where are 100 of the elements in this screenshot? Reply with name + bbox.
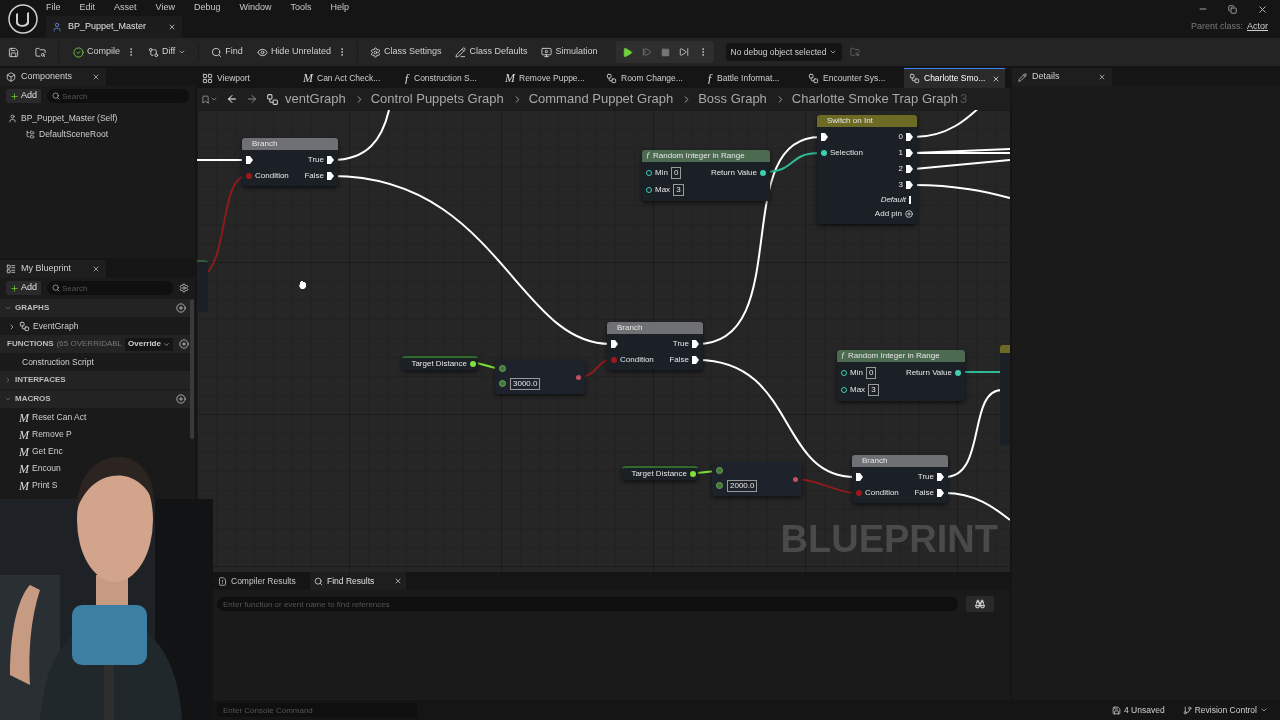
class-settings-button[interactable]: Class Settings: [369, 45, 442, 59]
save-icon[interactable]: [8, 46, 19, 58]
menu-item[interactable]: Window: [239, 1, 272, 15]
menu-item[interactable]: Edit: [79, 1, 96, 15]
value-field[interactable]: 3000.0: [510, 377, 541, 390]
close-icon[interactable]: [1098, 73, 1106, 81]
section-header[interactable]: FUNCTIONS (65 OVERRIDABL Override: [0, 335, 190, 353]
add-icon[interactable]: [176, 394, 186, 404]
stop-icon[interactable]: [660, 47, 670, 57]
tree-item[interactable]: BP_Puppet_Master (Self): [0, 110, 118, 126]
breadcrumb-link[interactable]: Boss Graph: [698, 89, 767, 109]
override-dropdown[interactable]: Override: [125, 337, 173, 351]
add-button[interactable]: Add: [6, 281, 41, 295]
panel-tab[interactable]: My Blueprint: [0, 260, 106, 278]
asset-tab[interactable]: BP_Puppet_Master: [46, 16, 182, 38]
menu-item[interactable]: Tools: [290, 1, 312, 15]
pin-icon: [821, 150, 827, 156]
find-button[interactable]: Find: [211, 45, 243, 59]
menu-item[interactable]: View: [155, 1, 175, 15]
graph-canvas[interactable]: [197, 110, 1010, 572]
hide-unrelated-button[interactable]: Hide Unrelated: [256, 45, 331, 59]
menu-item[interactable]: File: [46, 1, 61, 15]
value-field[interactable]: 3: [673, 183, 684, 196]
variable-label: Target Distance: [411, 360, 467, 368]
add-pin-button[interactable]: Add pin: [874, 210, 902, 218]
cube-icon: [6, 72, 16, 82]
close-icon[interactable]: [992, 74, 1000, 83]
panel-tab[interactable]: Components: [0, 68, 106, 86]
breadcrumb-link[interactable]: Charlotte Smoke Trap Graph: [791, 89, 959, 109]
tree-item[interactable]: DefaultSceneRoot: [0, 126, 108, 142]
document-tab[interactable]: Room Change...: [601, 68, 702, 88]
play-icon[interactable]: [621, 46, 633, 58]
section-header[interactable]: INTERFACES: [0, 371, 190, 389]
close-icon[interactable]: [394, 577, 402, 585]
pin-label: Default: [880, 196, 906, 204]
bookmark-dropdown[interactable]: [201, 94, 218, 104]
panel-tab[interactable]: Compiler Results: [214, 572, 310, 590]
breadcrumb-link[interactable]: ventGraph: [285, 89, 346, 109]
panel-tab[interactable]: Details: [1012, 68, 1112, 86]
menu-item[interactable]: Debug: [193, 1, 221, 15]
blueprint-item[interactable]: M Print S: [0, 477, 58, 494]
blueprint-item[interactable]: M Remove P: [0, 426, 72, 443]
document-tab[interactable]: Encounter Sys...: [803, 68, 904, 88]
document-tab[interactable]: ƒ Construction S...: [399, 68, 500, 88]
back-icon[interactable]: [226, 93, 238, 105]
blueprint-item[interactable]: Construction Script: [0, 354, 94, 371]
menu-item[interactable]: Asset: [114, 1, 137, 15]
document-tab[interactable]: Charlotte Smo...: [904, 68, 1005, 88]
blueprint-item[interactable]: M Reset Can Act: [0, 409, 87, 426]
exec-pin-icon: [327, 156, 334, 164]
section-header[interactable]: MACROS: [0, 390, 190, 408]
breadcrumb-link[interactable]: Command Puppet Graph: [528, 89, 674, 109]
diff-button[interactable]: Diff: [148, 45, 187, 59]
document-tab[interactable]: Viewport: [197, 68, 298, 88]
pin-label: Return Value: [710, 168, 757, 177]
close-icon[interactable]: [168, 23, 176, 31]
value-field[interactable]: 0: [670, 166, 682, 179]
parent-class-link[interactable]: Actor: [1247, 20, 1268, 34]
blueprint-item[interactable]: M Get Enc: [0, 443, 63, 460]
add-icon[interactable]: [178, 339, 189, 349]
revision-control-button[interactable]: Revision Control: [1182, 703, 1268, 717]
panel-tab[interactable]: Find Results: [310, 572, 406, 590]
document-tab[interactable]: M Remove Puppe...: [500, 68, 601, 88]
settings-icon[interactable]: [179, 283, 189, 293]
exec-pin-icon: [906, 133, 913, 141]
unsaved-button[interactable]: 4 Unsaved: [1112, 703, 1165, 717]
class-defaults-button[interactable]: Class Defaults: [455, 45, 528, 59]
add-button[interactable]: Add: [6, 89, 41, 103]
pin-label: Condition: [865, 489, 899, 497]
section-header[interactable]: GRAPHS: [0, 299, 190, 317]
search-icon: [314, 576, 323, 586]
document-icon: [218, 576, 227, 586]
blueprint-item[interactable]: EventGraph: [0, 318, 79, 335]
simulation-button[interactable]: Simulation: [541, 45, 598, 59]
find-button[interactable]: [966, 596, 994, 612]
close-icon[interactable]: [92, 73, 100, 81]
macro-icon: M: [19, 479, 29, 492]
add-icon[interactable]: [176, 303, 186, 313]
plus-icon: [10, 283, 19, 293]
document-tab[interactable]: ƒ Battle Informat...: [702, 68, 803, 88]
blueprint-item[interactable]: M Encoun: [0, 460, 61, 477]
exec-pin-icon: [821, 133, 828, 141]
close-icon[interactable]: [92, 265, 100, 273]
skip-icon[interactable]: [678, 47, 689, 57]
hand-cursor-icon: [298, 280, 308, 290]
menu-item[interactable]: Help: [330, 1, 349, 15]
close-icon[interactable]: [1257, 3, 1268, 15]
value-field[interactable]: 0: [865, 366, 877, 379]
section-note: (65 OVERRIDABL: [56, 338, 123, 350]
debug-object-dropdown[interactable]: No debug object selected: [725, 43, 843, 61]
pin-label: False: [304, 172, 324, 180]
exec-pin-icon: [246, 156, 253, 164]
compile-button[interactable]: Compile: [73, 45, 120, 59]
value-field[interactable]: 2000.0: [727, 479, 758, 492]
value-field[interactable]: 3: [868, 383, 879, 396]
exec-pin-icon: [906, 149, 913, 157]
document-tab[interactable]: M Can Act Check...: [298, 68, 399, 88]
restore-icon[interactable]: [1228, 4, 1237, 14]
forward-icon[interactable]: [246, 93, 258, 105]
breadcrumb-link[interactable]: Control Puppets Graph: [370, 89, 504, 109]
